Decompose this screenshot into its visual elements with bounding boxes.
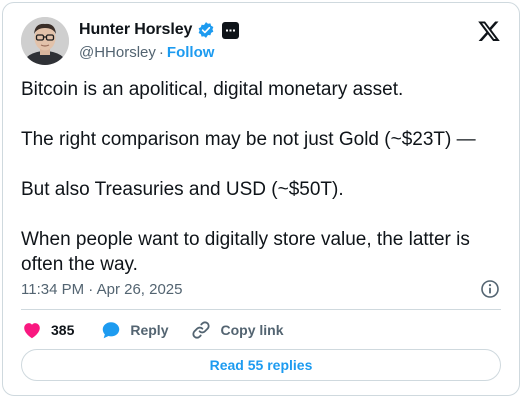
speech-bubble-icon [100,319,122,341]
action-bar: 385 Reply Copy link [21,318,284,342]
author-name-row: Hunter Horsley [79,20,240,40]
handle-separator: · [158,44,164,61]
tweet-paragraph: Bitcoin is an apolitical, digital moneta… [21,79,404,100]
tweet-paragraph: When people want to digitally store valu… [21,229,470,275]
author-handle[interactable]: @HHorsley [79,44,156,61]
info-icon[interactable] [480,279,500,299]
tweet-timestamp[interactable]: 11:34 PM · Apr 26, 2025 [21,281,183,298]
read-replies-button[interactable]: Read 55 replies [21,349,501,381]
tweet-paragraph: But also Treasuries and USD (~$50T). [21,179,344,200]
like-count: 385 [51,322,75,338]
avatar[interactable] [21,17,69,65]
x-logo-icon[interactable] [477,19,501,43]
author-handle-row: @HHorsley · Follow [79,44,214,61]
affiliate-badge-icon[interactable] [222,21,240,39]
like-button[interactable]: 385 [21,319,74,341]
copy-link-label: Copy link [220,322,284,338]
heart-icon [21,319,43,341]
author-display-name[interactable]: Hunter Horsley [79,21,192,39]
follow-button[interactable]: Follow [167,44,215,61]
reply-button[interactable]: Reply [100,319,168,341]
tweet-card: Hunter Horsley @HHorsley · Follow Bitcoi… [2,2,520,396]
tweet-text: Bitcoin is an apolitical, digital moneta… [21,77,506,277]
link-icon [190,319,212,341]
tweet-paragraph: The right comparison may be not just Gol… [21,129,476,150]
divider [21,309,501,310]
copy-link-button[interactable]: Copy link [190,319,284,341]
verified-badge-icon [197,21,215,39]
reply-label: Reply [130,322,169,338]
